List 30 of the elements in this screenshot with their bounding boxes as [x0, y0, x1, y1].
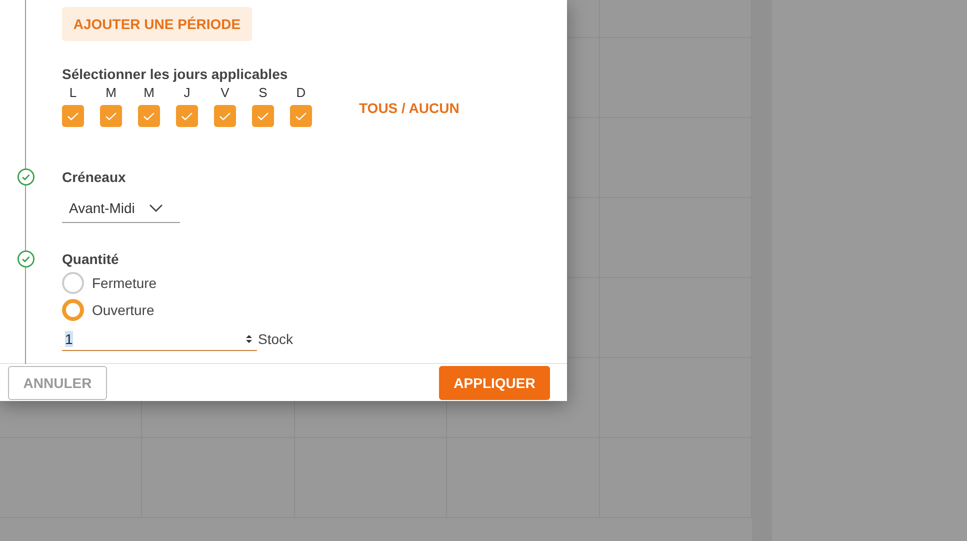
day-letter: J: [184, 85, 190, 100]
apply-button[interactable]: APPLIQUER: [439, 366, 550, 400]
slot-select[interactable]: Avant-Midi: [62, 193, 180, 223]
day-checkbox[interactable]: [176, 105, 198, 127]
chevron-down-icon: [148, 204, 163, 212]
day-letter: M: [144, 85, 154, 100]
day-checkbox[interactable]: [138, 105, 160, 127]
radio-label: Ouverture: [92, 302, 154, 318]
quantity-input[interactable]: 1: [62, 327, 257, 351]
day-checkbox[interactable]: [290, 105, 312, 127]
day-letter: L: [69, 85, 77, 100]
unit-label: Stock: [258, 331, 294, 347]
days-label: Sélectionner les jours applicables: [62, 66, 289, 82]
day-letter: V: [220, 85, 230, 100]
radio-button[interactable]: [62, 299, 84, 321]
spinner-icon: [245, 332, 253, 344]
add-period-button[interactable]: AJOUTER UNE PÉRIODE: [62, 7, 252, 41]
day-letter: S: [258, 85, 268, 100]
slots-label: Créneaux: [62, 169, 127, 185]
radio-button[interactable]: [62, 272, 84, 294]
day-checkbox[interactable]: [62, 105, 84, 127]
day-letter: D: [296, 85, 306, 100]
day-letter: M: [106, 85, 116, 100]
day-checkbox[interactable]: [214, 105, 236, 127]
quantity-label: Quantité: [62, 251, 120, 267]
radio-label: Fermeture: [92, 275, 157, 291]
day-checkbox[interactable]: [100, 105, 122, 127]
day-checkbox[interactable]: [252, 105, 274, 127]
cancel-button[interactable]: ANNULER: [8, 366, 107, 400]
toggle-all-link[interactable]: TOUS / AUCUN: [359, 100, 460, 116]
